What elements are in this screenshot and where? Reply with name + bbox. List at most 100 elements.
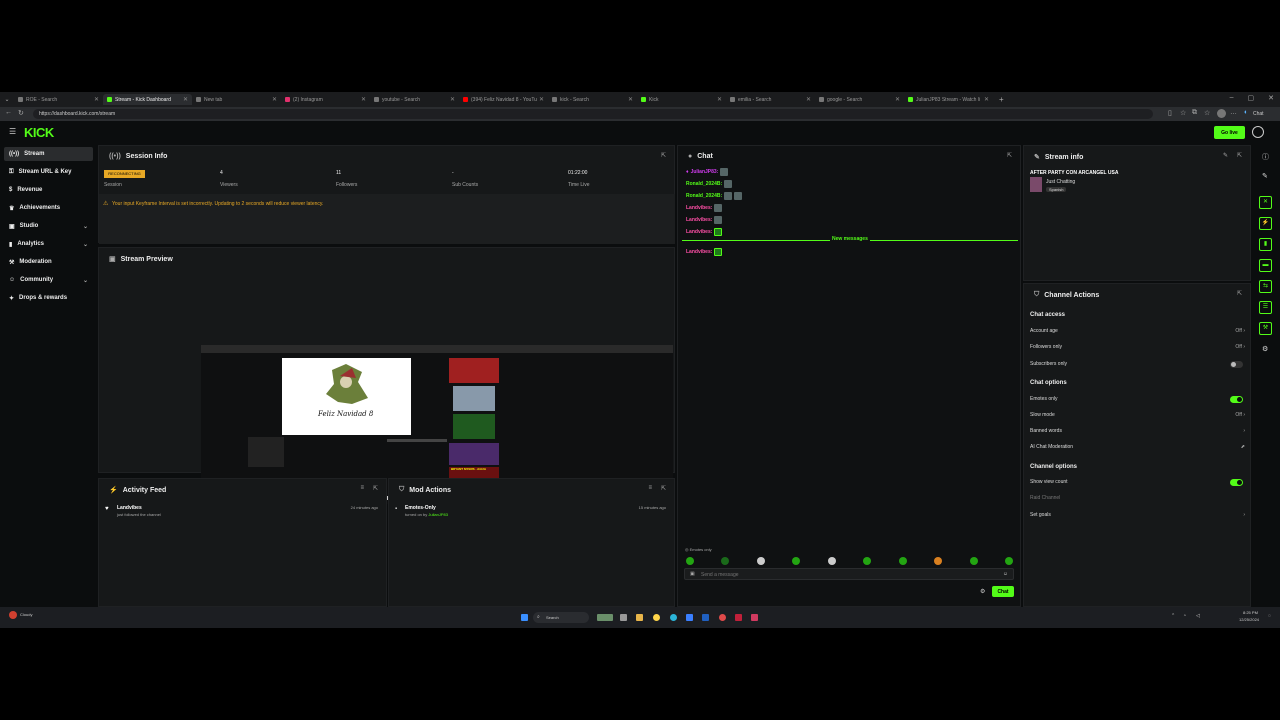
refresh-icon[interactable]: ↻ (18, 109, 24, 117)
sidebar-item-achievements[interactable]: ♛ Achievements (4, 201, 93, 215)
rail-list-icon[interactable]: ☰ (1259, 301, 1272, 314)
rail-clip-icon[interactable]: ▮ (1259, 238, 1272, 251)
emote-icon[interactable] (970, 557, 978, 565)
show-view-count-toggle[interactable] (1230, 479, 1243, 486)
tab-menu-icon[interactable]: ⌄ (0, 96, 14, 103)
user-avatar[interactable] (1252, 126, 1264, 138)
info-icon[interactable]: ⓘ (1262, 152, 1269, 162)
close-icon[interactable]: ✕ (361, 96, 366, 103)
chrome-icon[interactable] (653, 614, 660, 621)
send-chat-button[interactable]: Chat (992, 586, 1014, 597)
browser-tab[interactable]: google - Search ✕ (815, 94, 904, 105)
rail-raid-icon[interactable]: ⇆ (1259, 280, 1272, 293)
chat-message-input[interactable] (701, 570, 991, 579)
emoji-icon[interactable]: ☺ (1003, 571, 1008, 577)
ai-chat-moderation-row[interactable]: AI Chat Moderation ⬈ (1030, 444, 1245, 450)
chat-label[interactable]: Chat (1253, 111, 1264, 117)
close-icon[interactable]: ✕ (94, 96, 99, 103)
slow-mode-row[interactable]: Slow mode Off › (1030, 412, 1245, 418)
chat-message[interactable]: Ronald_2024B: (686, 180, 733, 188)
collections-icon[interactable]: ☆ (1204, 109, 1210, 117)
expand-icon[interactable]: ⇱ (661, 485, 666, 492)
close-icon[interactable]: ✕ (984, 96, 989, 103)
emote-icon[interactable] (1005, 557, 1013, 565)
sidebar-item-analytics[interactable]: ▮ Analytics ⌄ (4, 237, 93, 251)
favorite-icon[interactable]: ☆ (1180, 109, 1186, 117)
chat-message[interactable]: Landvibes: (686, 216, 723, 224)
close-icon[interactable]: ✕ (628, 96, 633, 103)
stream-category[interactable]: Just Chatting (1046, 179, 1075, 185)
rail-chat-icon[interactable]: ▬ (1259, 259, 1272, 272)
emote-icon[interactable] (721, 557, 729, 565)
close-icon[interactable]: ✕ (806, 96, 811, 103)
emote-icon[interactable] (828, 557, 836, 565)
windows-start-icon[interactable] (521, 614, 528, 621)
volume-icon[interactable]: ◁ (1196, 613, 1200, 619)
followers-only-row[interactable]: Followers only Off › (1030, 344, 1245, 350)
back-icon[interactable]: ← (5, 109, 12, 116)
clock-date[interactable]: 12/25/2024 (1239, 617, 1259, 622)
expand-icon[interactable]: ⇱ (661, 152, 666, 159)
browser-tab[interactable]: (394) Feliz Navidad 8 - YouTu ✕ (459, 94, 548, 105)
banned-words-row[interactable]: Banned words › (1030, 428, 1245, 434)
close-icon[interactable]: ✕ (272, 96, 277, 103)
notification-icon[interactable]: ◌ (1268, 613, 1271, 619)
account-age-row[interactable]: Account age Off › (1030, 328, 1245, 334)
rail-key-icon[interactable]: ✕ (1259, 196, 1272, 209)
kick-logo[interactable]: KICK (24, 125, 54, 140)
minimize-icon[interactable]: – (1230, 94, 1234, 102)
browser-tab[interactable]: kick - Search ✕ (548, 94, 637, 105)
reader-icon[interactable]: ▯ (1168, 109, 1172, 117)
browser-tab[interactable]: youtube - Search ✕ (370, 94, 459, 105)
youtube-app-icon[interactable] (735, 614, 742, 621)
browser-tab[interactable]: emilia - Search ✕ (726, 94, 815, 105)
sidebar-item-stream-url-key[interactable]: ⚿ Stream URL & Key (4, 165, 93, 179)
menu-dots-icon[interactable]: … (1230, 109, 1237, 116)
emote-icon[interactable] (792, 557, 800, 565)
mail-icon[interactable] (702, 614, 709, 621)
new-tab-icon[interactable]: + (999, 95, 1004, 104)
url-input[interactable] (33, 109, 1153, 119)
filter-icon[interactable]: ≡ (648, 485, 652, 491)
tray-chevron-icon[interactable]: ⌃ (1171, 613, 1175, 619)
browser-tab[interactable]: ROE - Search ✕ (14, 94, 103, 105)
rail-tools-icon[interactable]: ⚒ (1259, 322, 1272, 335)
split-icon[interactable]: ⧉ (1192, 109, 1197, 117)
sidebar-item-community[interactable]: ☺ Community ⌄ (4, 273, 93, 287)
set-goals-row[interactable]: Set goals › (1030, 512, 1245, 518)
chat-message[interactable]: Landvibes: (686, 248, 723, 256)
emote-icon[interactable] (757, 557, 765, 565)
settings-gear-icon[interactable]: ⚙ (1262, 345, 1268, 353)
close-icon[interactable]: ✕ (895, 96, 900, 103)
copilot-icon[interactable]: ◐ (1244, 109, 1248, 116)
emote-icon[interactable] (863, 557, 871, 565)
close-window-icon[interactable]: ✕ (1268, 94, 1274, 102)
close-icon[interactable]: ✕ (717, 96, 722, 103)
edit-icon[interactable]: ✎ (1223, 152, 1228, 159)
chat-message[interactable]: ♦ JulianJP83: (686, 168, 729, 176)
store-icon[interactable] (686, 614, 693, 621)
browser-tab[interactable]: (2) Instagram ✕ (281, 94, 370, 105)
weather-icon[interactable] (9, 611, 17, 619)
sidebar-item-studio[interactable]: ▣ Studio ⌄ (4, 219, 93, 233)
clock-time[interactable]: 8:25 PM (1243, 610, 1258, 615)
emote-icon[interactable] (934, 557, 942, 565)
task-view-icon[interactable] (620, 614, 627, 621)
browser-tab[interactable]: JulianJP83 Stream - Watch li ✕ (904, 94, 993, 105)
pencil-icon[interactable]: ✎ (1262, 172, 1268, 180)
wifi-icon[interactable]: ◔ (1183, 613, 1186, 619)
sidebar-item-revenue[interactable]: $ Revenue (4, 183, 93, 197)
rail-bolt-icon[interactable]: ⚡ (1259, 217, 1272, 230)
sidebar-item-drops-rewards[interactable]: ✦ Drops & rewards (4, 291, 93, 305)
browser-tab[interactable]: New tab ✕ (192, 94, 281, 105)
go-live-button[interactable]: Go live (1214, 126, 1245, 139)
expand-icon[interactable]: ⇱ (373, 485, 378, 492)
emote-icon[interactable] (899, 557, 907, 565)
close-icon[interactable]: ✕ (450, 96, 455, 103)
sidebar-item-moderation[interactable]: ⚒ Moderation (4, 255, 93, 269)
sidebar-item-stream[interactable]: ((•)) Stream (4, 147, 93, 161)
filter-icon[interactable]: ≡ (360, 485, 364, 491)
subscribers-only-toggle[interactable] (1230, 361, 1243, 368)
expand-icon[interactable]: ⇱ (1237, 152, 1242, 159)
file-explorer-icon[interactable] (636, 614, 643, 621)
